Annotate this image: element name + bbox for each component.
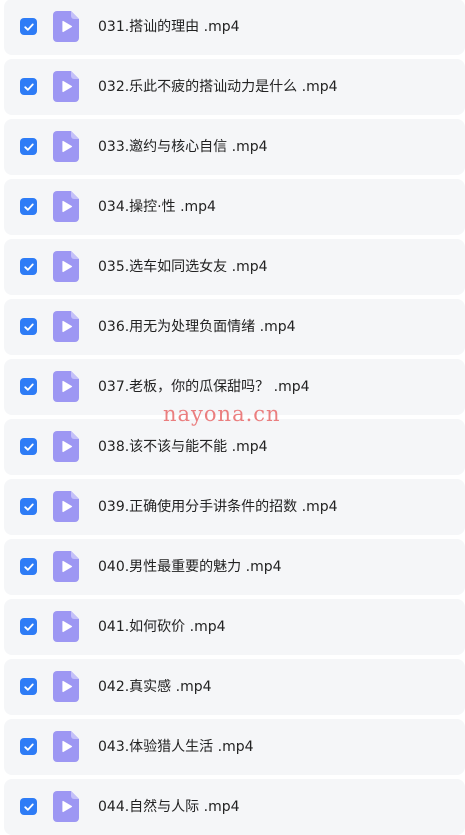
video-file-play-icon — [53, 791, 79, 822]
file-row[interactable]: 037.老板，你的瓜保甜吗？ .mp4 — [4, 359, 465, 415]
check-icon — [23, 23, 34, 31]
check-icon — [23, 563, 34, 571]
file-row[interactable]: 039.正确使用分手讲条件的招数 .mp4 — [4, 479, 465, 535]
check-icon — [23, 143, 34, 151]
file-checkbox[interactable] — [20, 138, 37, 155]
file-name: 036.用无为处理负面情绪 .mp4 — [98, 319, 296, 335]
check-icon — [23, 743, 34, 751]
video-file-play-icon — [53, 191, 79, 222]
check-icon — [23, 803, 34, 811]
file-name: 034.操控·性 .mp4 — [98, 199, 216, 215]
file-name: 043.体验猎人生活 .mp4 — [98, 739, 254, 755]
file-checkbox[interactable] — [20, 318, 37, 335]
check-icon — [23, 683, 34, 691]
file-row[interactable]: 035.选车如同选女友 .mp4 — [4, 239, 465, 295]
file-name: 038.该不该与能不能 .mp4 — [98, 439, 268, 455]
file-checkbox[interactable] — [20, 198, 37, 215]
file-row[interactable]: 042.真实感 .mp4 — [4, 659, 465, 715]
file-checkbox[interactable] — [20, 378, 37, 395]
file-name: 040.男性最重要的魅力 .mp4 — [98, 559, 282, 575]
file-name: 033.邀约与核心自信 .mp4 — [98, 139, 268, 155]
video-file-play-icon — [53, 311, 79, 342]
file-name: 044.自然与人际 .mp4 — [98, 799, 240, 815]
file-checkbox[interactable] — [20, 798, 37, 815]
check-icon — [23, 623, 34, 631]
check-icon — [23, 503, 34, 511]
video-file-play-icon — [53, 731, 79, 762]
check-icon — [23, 443, 34, 451]
file-checkbox[interactable] — [20, 18, 37, 35]
file-name: 037.老板，你的瓜保甜吗？ .mp4 — [98, 379, 310, 395]
file-checkbox[interactable] — [20, 438, 37, 455]
video-file-play-icon — [53, 251, 79, 282]
file-checkbox[interactable] — [20, 78, 37, 95]
file-checkbox[interactable] — [20, 618, 37, 635]
file-row[interactable]: 032.乐此不疲的搭讪动力是什么 .mp4 — [4, 59, 465, 115]
file-checkbox[interactable] — [20, 558, 37, 575]
file-row[interactable]: 036.用无为处理负面情绪 .mp4 — [4, 299, 465, 355]
video-file-play-icon — [53, 131, 79, 162]
file-name: 032.乐此不疲的搭讪动力是什么 .mp4 — [98, 79, 338, 95]
file-name: 042.真实感 .mp4 — [98, 679, 212, 695]
file-list: 031.搭讪的理由 .mp4 032.乐此不疲的搭讪动力是什么 .mp4 033.邀… — [0, 0, 465, 835]
video-file-play-icon — [53, 11, 79, 42]
video-file-play-icon — [53, 431, 79, 462]
check-icon — [23, 323, 34, 331]
video-file-play-icon — [53, 491, 79, 522]
file-checkbox[interactable] — [20, 738, 37, 755]
check-icon — [23, 83, 34, 91]
video-file-play-icon — [53, 671, 79, 702]
file-checkbox[interactable] — [20, 678, 37, 695]
file-name: 039.正确使用分手讲条件的招数 .mp4 — [98, 499, 338, 515]
check-icon — [23, 383, 34, 391]
video-file-play-icon — [53, 371, 79, 402]
file-row[interactable]: 043.体验猎人生活 .mp4 — [4, 719, 465, 775]
file-row[interactable]: 038.该不该与能不能 .mp4 — [4, 419, 465, 475]
file-checkbox[interactable] — [20, 258, 37, 275]
check-icon — [23, 263, 34, 271]
file-row[interactable]: 040.男性最重要的魅力 .mp4 — [4, 539, 465, 595]
file-row[interactable]: 034.操控·性 .mp4 — [4, 179, 465, 235]
video-file-play-icon — [53, 611, 79, 642]
check-icon — [23, 203, 34, 211]
file-name: 031.搭讪的理由 .mp4 — [98, 19, 240, 35]
file-row[interactable]: 031.搭讪的理由 .mp4 — [4, 0, 465, 55]
file-name: 035.选车如同选女友 .mp4 — [98, 259, 268, 275]
file-row[interactable]: 041.如何砍价 .mp4 — [4, 599, 465, 655]
file-row[interactable]: 044.自然与人际 .mp4 — [4, 779, 465, 835]
video-file-play-icon — [53, 551, 79, 582]
video-file-play-icon — [53, 71, 79, 102]
file-name: 041.如何砍价 .mp4 — [98, 619, 226, 635]
file-row[interactable]: 033.邀约与核心自信 .mp4 — [4, 119, 465, 175]
file-checkbox[interactable] — [20, 498, 37, 515]
